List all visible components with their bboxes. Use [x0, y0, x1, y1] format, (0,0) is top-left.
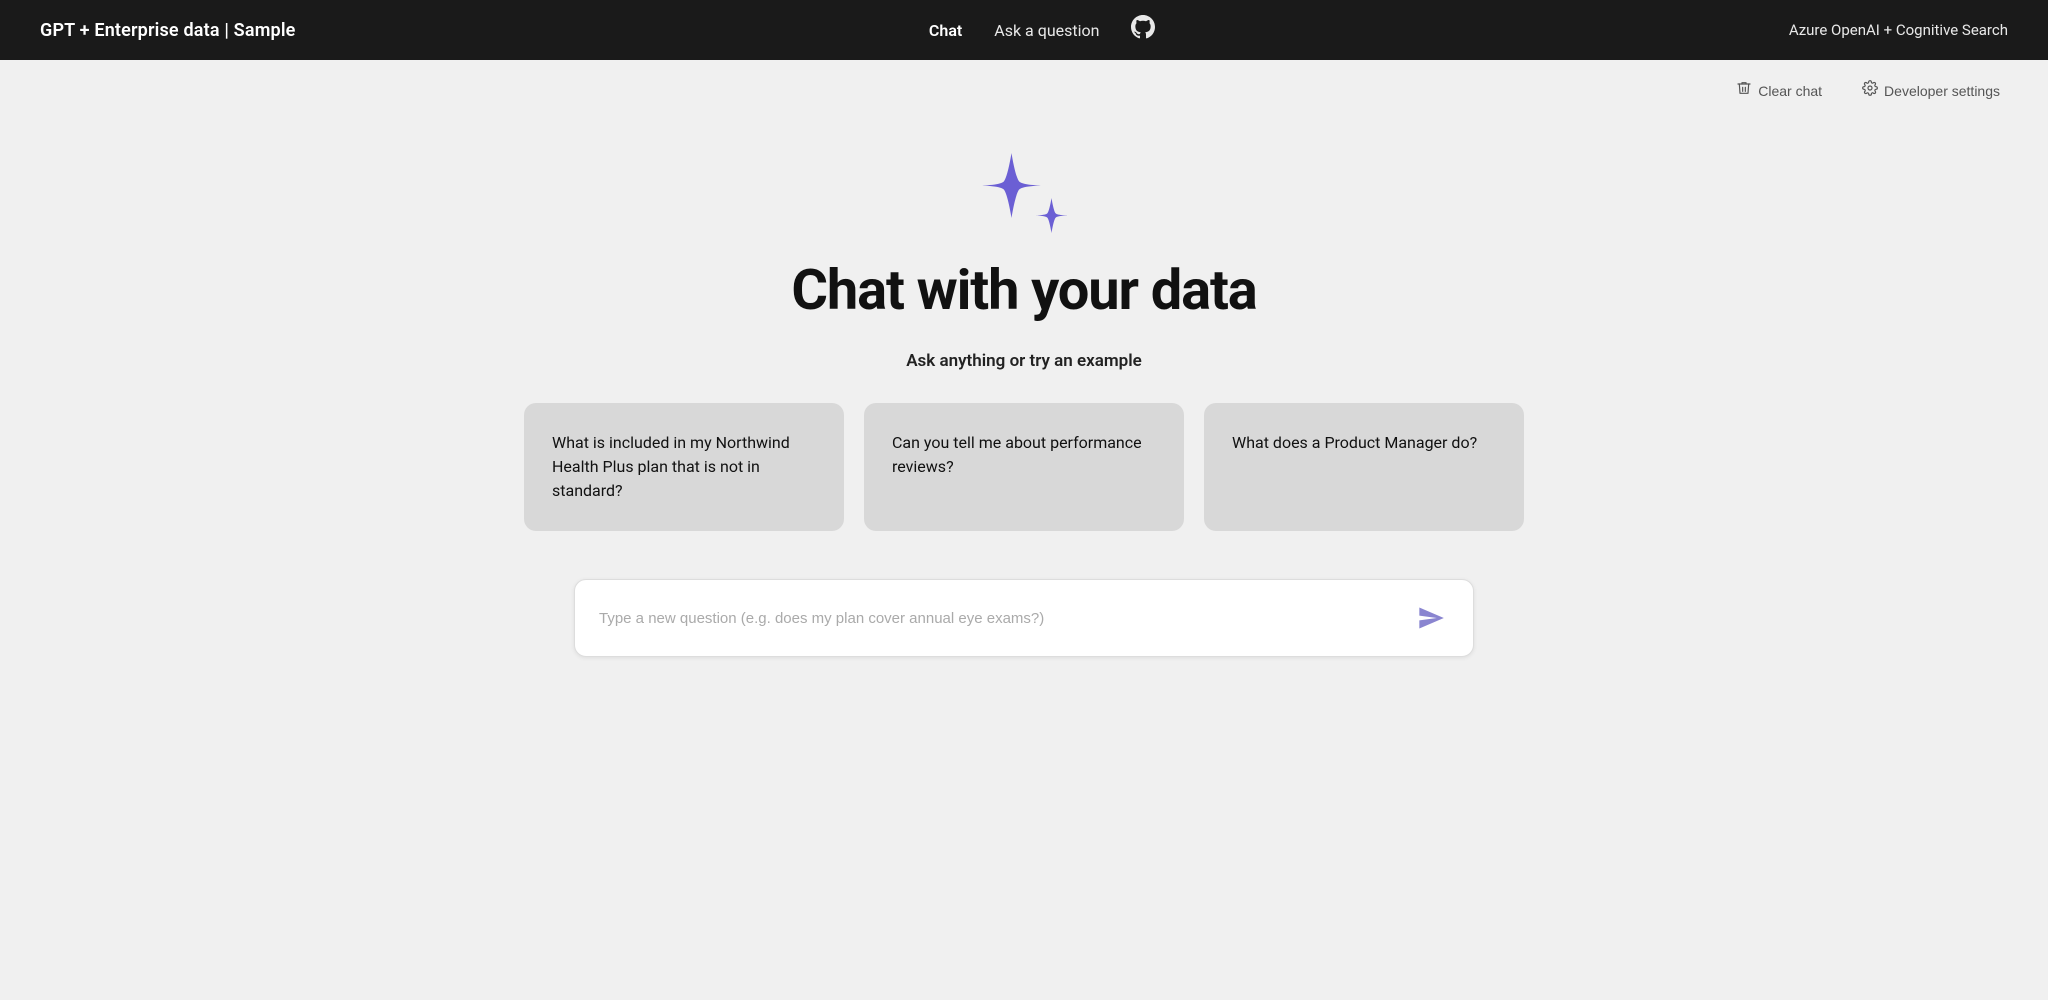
example-card-3[interactable]: What does a Product Manager do? [1204, 403, 1524, 531]
navbar-left: GPT + Enterprise data | Sample [40, 20, 296, 41]
sparkle-small-icon [1034, 198, 1069, 233]
navbar: GPT + Enterprise data | Sample Chat Ask … [0, 0, 2048, 60]
app-title: GPT + Enterprise data | Sample [40, 20, 296, 41]
github-icon[interactable] [1131, 15, 1155, 45]
example-card-2[interactable]: Can you tell me about performance review… [864, 403, 1184, 531]
developer-settings-label: Developer settings [1884, 83, 2000, 99]
sparkle-group [979, 153, 1069, 233]
page-subheading: Ask anything or try an example [906, 351, 1142, 371]
nav-ask-link[interactable]: Ask a question [994, 21, 1099, 40]
main-content: Chat with your data Ask anything or try … [0, 113, 2048, 1000]
navbar-center: Chat Ask a question [929, 15, 1156, 45]
send-button[interactable] [1413, 600, 1449, 636]
send-icon [1417, 604, 1445, 632]
clear-chat-button[interactable]: Clear chat [1728, 76, 1830, 105]
clear-chat-label: Clear chat [1758, 83, 1822, 99]
developer-settings-button[interactable]: Developer settings [1854, 76, 2008, 105]
chat-input[interactable] [599, 610, 1413, 627]
page-heading: Chat with your data [791, 257, 1256, 323]
nav-chat-link[interactable]: Chat [929, 21, 962, 40]
example-cards-container: What is included in my Northwind Health … [524, 403, 1524, 531]
trash-icon [1736, 80, 1752, 101]
azure-label: Azure OpenAI + Cognitive Search [1789, 21, 2008, 39]
example-card-1[interactable]: What is included in my Northwind Health … [524, 403, 844, 531]
chat-input-wrapper [574, 579, 1474, 657]
toolbar: Clear chat Developer settings [0, 60, 2048, 113]
gear-icon [1862, 80, 1878, 101]
